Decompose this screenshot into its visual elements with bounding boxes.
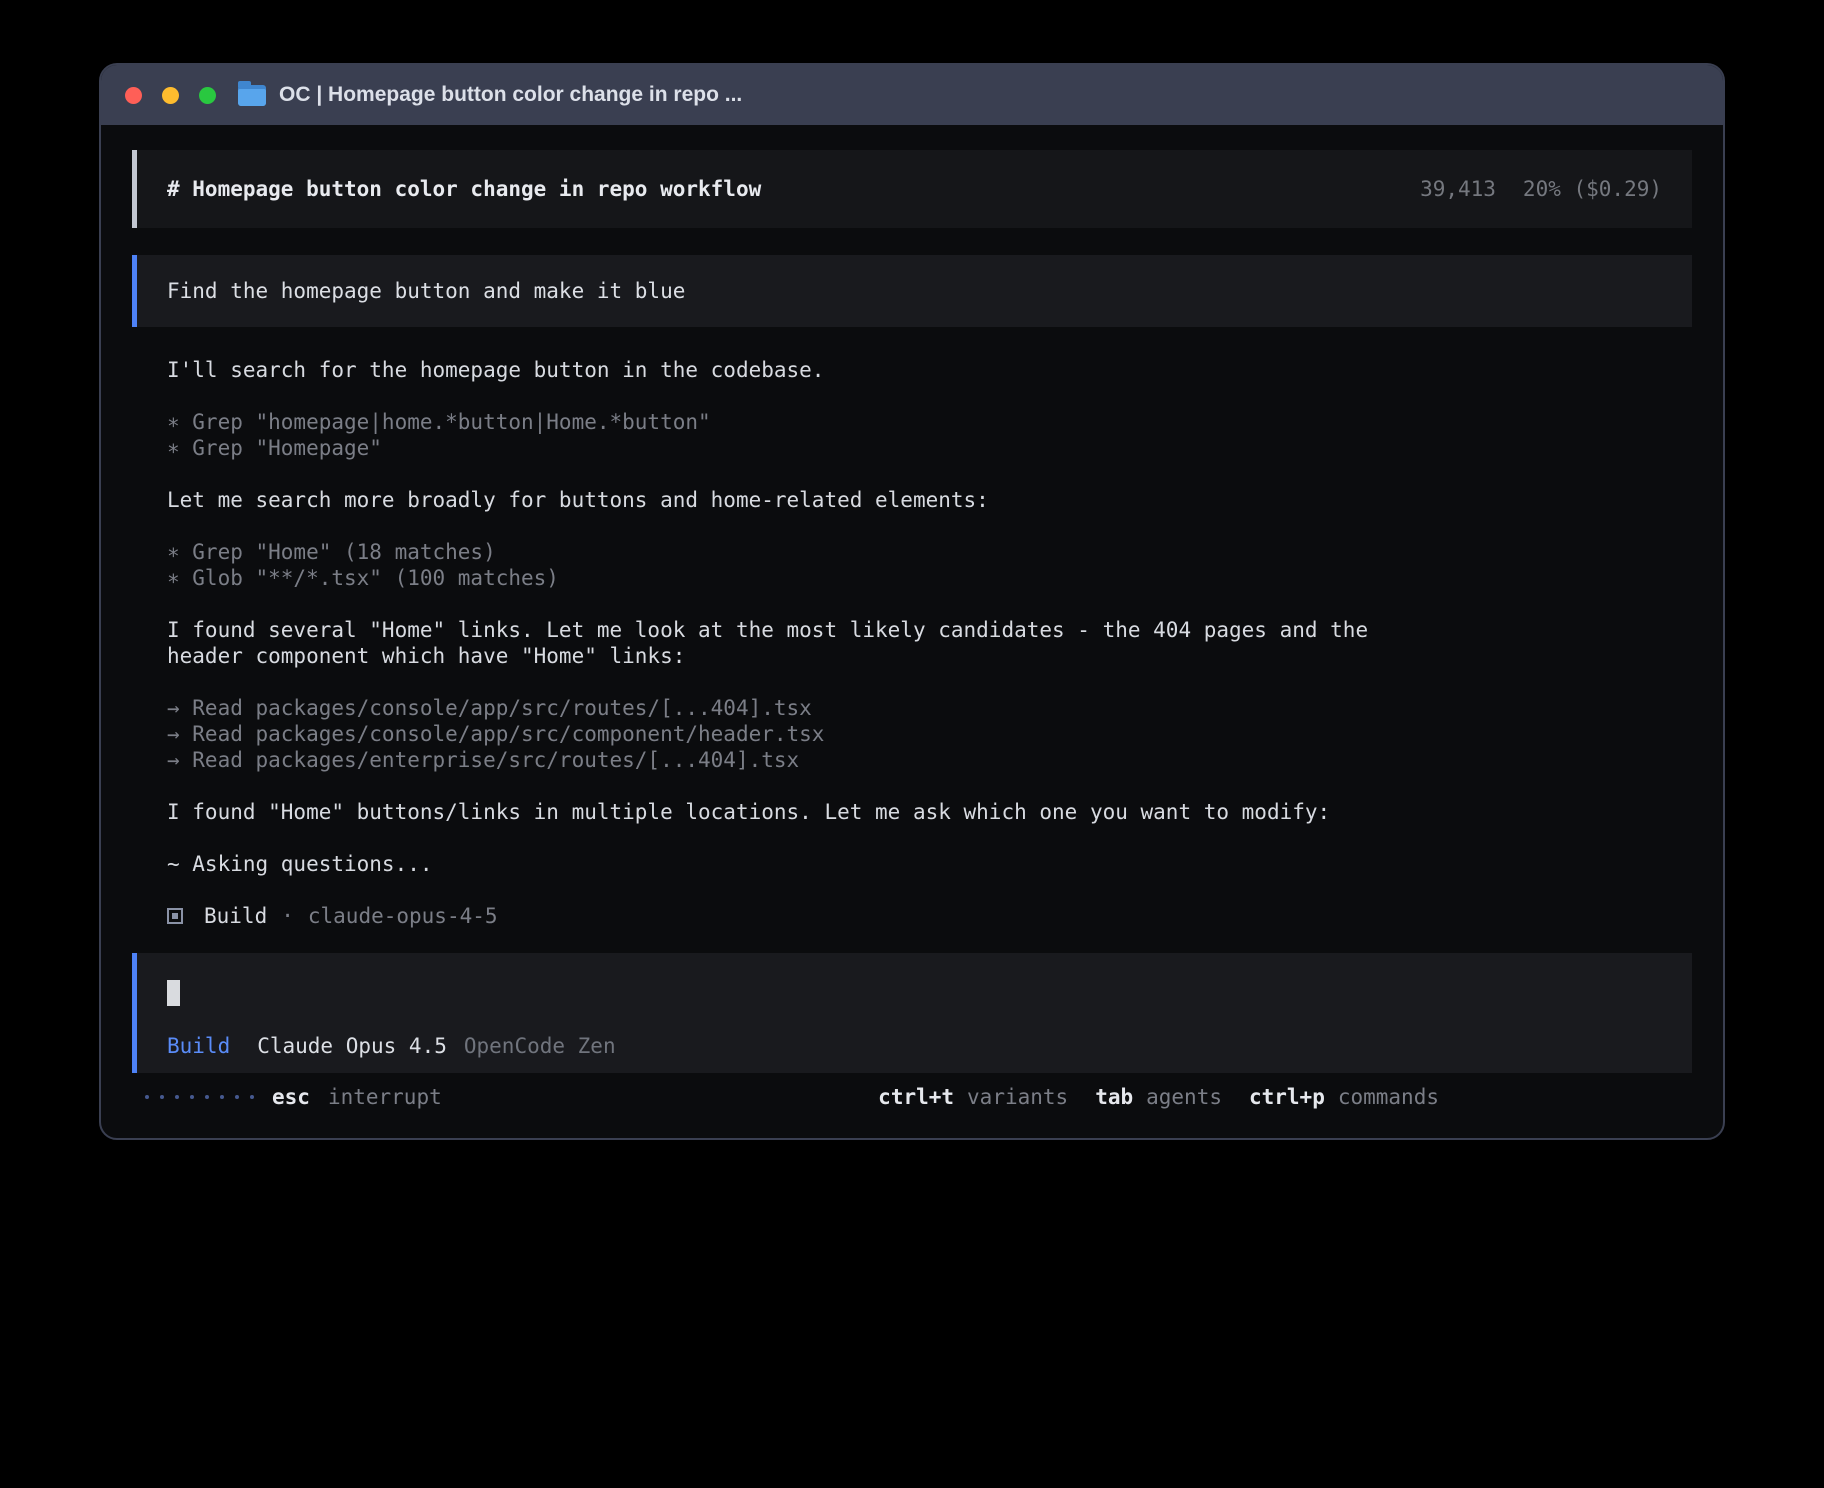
spinner-dot	[235, 1095, 239, 1099]
assistant-text-line: Let me search more broadly for buttons a…	[167, 487, 1692, 513]
model-name: claude-opus-4-5	[308, 903, 498, 929]
input-model-label: Claude Opus 4.5	[257, 1033, 447, 1059]
grep-tool-line: ∗ Grep "homepage|home.*button|Home.*butt…	[167, 409, 1692, 435]
titlebar[interactable]: OC | Homepage button color change in rep…	[101, 65, 1723, 125]
token-count: 39,413	[1420, 176, 1496, 202]
title-group: OC | Homepage button color change in rep…	[238, 83, 742, 107]
assistant-text-line: I found "Home" buttons/links in multiple…	[167, 799, 1692, 825]
folder-icon	[238, 85, 266, 106]
spinner-dot	[250, 1095, 254, 1099]
agent-name: Build	[204, 903, 267, 929]
session-title: # Homepage button color change in repo w…	[167, 176, 761, 202]
app-window: OC | Homepage button color change in rep…	[99, 63, 1725, 1140]
hint-label: variants	[967, 1084, 1068, 1110]
read-tool-line: → Read packages/console/app/src/componen…	[167, 721, 1692, 747]
hint-key: ctrl+p	[1249, 1084, 1325, 1110]
hint-label: agents	[1146, 1084, 1222, 1110]
minimize-button[interactable]	[162, 87, 179, 104]
context-usage: 20% ($0.29)	[1523, 176, 1662, 202]
agent-status-line: Build · claude-opus-4-5	[167, 903, 1692, 929]
spinner-dot	[190, 1095, 194, 1099]
assistant-text-line: header component which have "Home" links…	[167, 643, 1692, 669]
spinner-dot	[175, 1095, 179, 1099]
terminal-content: # Homepage button color change in repo w…	[101, 125, 1723, 1138]
user-message: Find the homepage button and make it blu…	[132, 255, 1692, 327]
close-button[interactable]	[125, 87, 142, 104]
session-stats: 39,413 20% ($0.29)	[1420, 176, 1662, 202]
read-tool-line: → Read packages/console/app/src/routes/[…	[167, 695, 1692, 721]
zoom-button[interactable]	[199, 87, 216, 104]
spinner-dot	[145, 1095, 149, 1099]
window-title: OC | Homepage button color change in rep…	[279, 83, 742, 107]
hint-label: commands	[1338, 1084, 1439, 1110]
input-status-row: Build Claude Opus 4.5 OpenCode Zen	[167, 1033, 1662, 1059]
conversation: I'll search for the homepage button in t…	[167, 357, 1692, 929]
spinner-dot	[220, 1095, 224, 1099]
hint-key: ctrl+t	[878, 1084, 954, 1110]
grep-tool-line: ∗ Grep "Homepage"	[167, 435, 1692, 461]
input-provider-label: OpenCode Zen	[464, 1033, 616, 1059]
user-message-text: Find the homepage button and make it blu…	[167, 278, 685, 304]
prompt-input[interactable]: Build Claude Opus 4.5 OpenCode Zen	[132, 953, 1692, 1073]
assistant-text-line: I'll search for the homepage button in t…	[167, 357, 1692, 383]
hint-commands: ctrl+p commands	[1249, 1084, 1439, 1110]
hint-key: tab	[1095, 1084, 1133, 1110]
status-footer: esc interrupt ctrl+t variants tab agents…	[132, 1084, 1692, 1110]
asking-questions-line: ~ Asking questions...	[167, 851, 1692, 877]
glob-tool-line: ∗ Glob "**/*.tsx" (100 matches)	[167, 565, 1692, 591]
spinner-dot	[205, 1095, 209, 1099]
spinner-dots	[145, 1095, 254, 1099]
status-separator: ·	[281, 903, 294, 929]
grep-tool-line: ∗ Grep "Home" (18 matches)	[167, 539, 1692, 565]
assistant-text-line: I found several "Home" links. Let me loo…	[167, 617, 1692, 643]
hint-agents: tab agents	[1095, 1084, 1222, 1110]
text-cursor	[167, 980, 180, 1006]
input-agent-label: Build	[167, 1033, 230, 1059]
traffic-lights	[125, 87, 216, 104]
spinner-dot	[160, 1095, 164, 1099]
hint-variants: ctrl+t variants	[878, 1084, 1068, 1110]
session-header: # Homepage button color change in repo w…	[132, 150, 1692, 228]
footer-hints: ctrl+t variants tab agents ctrl+p comman…	[878, 1084, 1439, 1110]
agent-status-icon	[167, 908, 183, 924]
esc-key-hint: esc	[272, 1084, 310, 1110]
esc-label: interrupt	[328, 1084, 442, 1110]
read-tool-line: → Read packages/enterprise/src/routes/[.…	[167, 747, 1692, 773]
